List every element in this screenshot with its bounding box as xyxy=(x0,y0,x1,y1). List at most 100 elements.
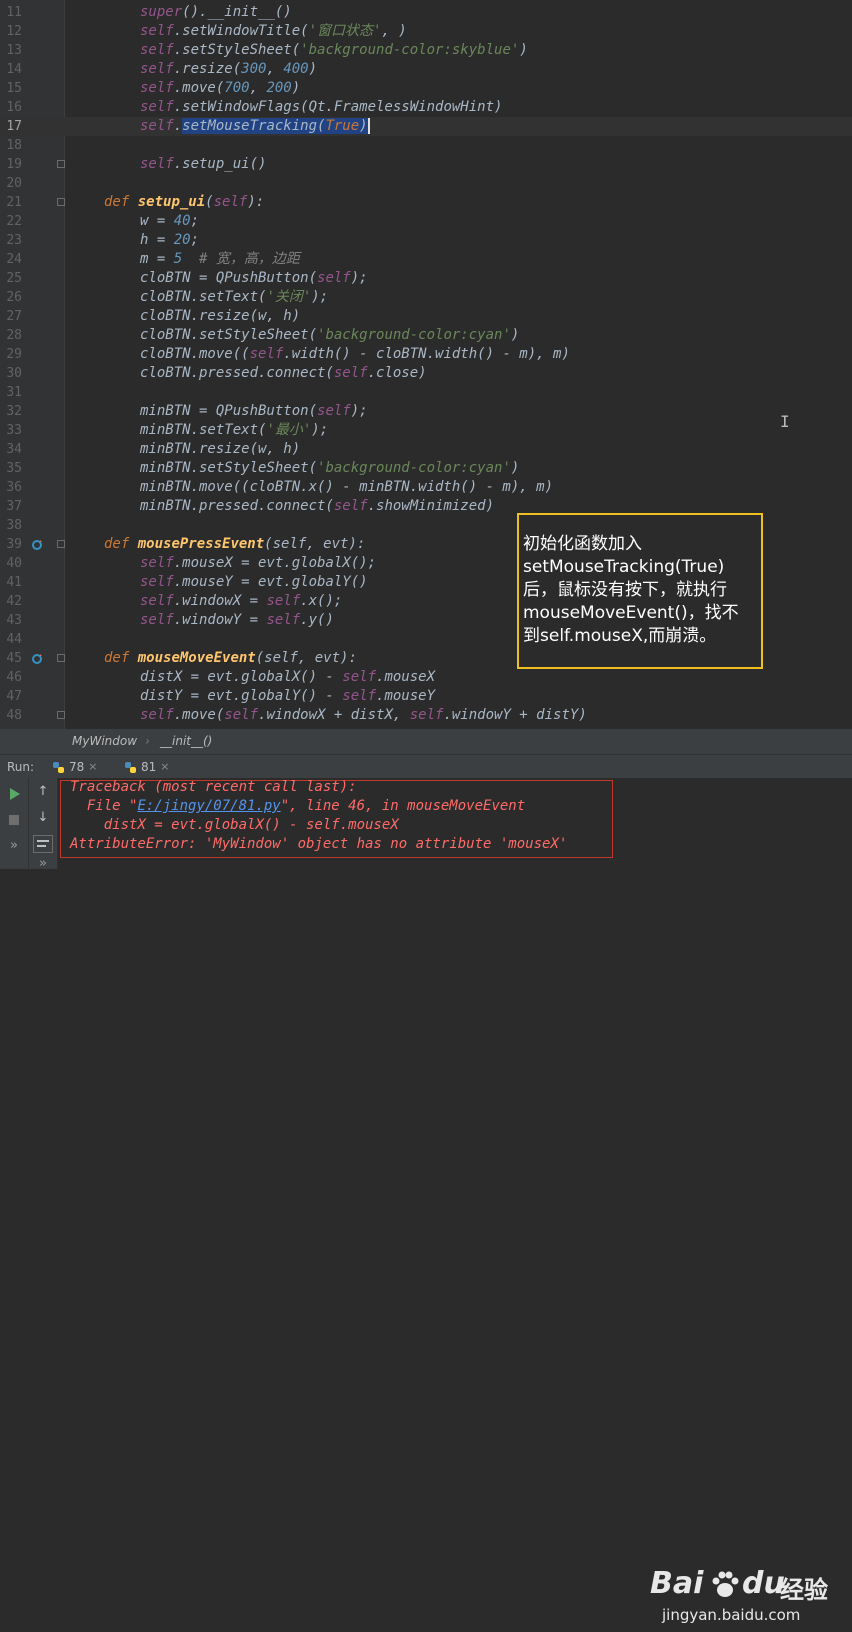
code-line[interactable]: 12 self.setWindowTitle('窗口状态', ) xyxy=(0,22,852,41)
code-line[interactable]: 11 super().__init__() xyxy=(0,3,852,22)
stop-icon[interactable] xyxy=(9,815,19,825)
code-line[interactable]: 16 self.setWindowFlags(Qt.FramelessWindo… xyxy=(0,98,852,117)
code-text: self.setStyleSheet('background-color:sky… xyxy=(140,42,528,58)
fold-icon[interactable] xyxy=(57,198,65,206)
run-tab-81[interactable]: 81 × xyxy=(124,755,170,779)
code-text: self.move(700, 200) xyxy=(140,80,301,96)
code-line[interactable]: 47 distY = evt.globalY() - self.mouseY xyxy=(0,687,852,706)
line-number: 13 xyxy=(6,43,22,58)
code-text: super().__init__() xyxy=(140,4,292,20)
fold-icon[interactable] xyxy=(57,540,65,548)
code-line[interactable]: 18 xyxy=(0,136,852,155)
line-number: 41 xyxy=(6,575,22,590)
run-tab-78[interactable]: 78 × xyxy=(52,755,98,779)
watermark-brand: Bai xyxy=(650,1566,704,1601)
code-line[interactable]: 22 w = 40; xyxy=(0,212,852,231)
down-arrow-icon[interactable]: ↓ xyxy=(29,810,57,825)
fold-end-icon[interactable] xyxy=(57,160,65,168)
line-number: 39 xyxy=(6,537,22,552)
line-number: 12 xyxy=(6,24,22,39)
code-line[interactable]: 23 h = 20; xyxy=(0,231,852,250)
line-number: 36 xyxy=(6,480,22,495)
close-icon[interactable]: × xyxy=(88,755,97,779)
code-line[interactable]: 31 xyxy=(0,383,852,402)
code-line[interactable]: 33 minBTN.setText('最小'); xyxy=(0,421,852,440)
file-link[interactable]: E:/jingy/07/81.py xyxy=(137,798,280,814)
code-text: self.mouseX = evt.globalX(); xyxy=(140,555,377,571)
line-number: 35 xyxy=(6,461,22,476)
overflow-icon[interactable]: » xyxy=(0,838,28,853)
code-text: cloBTN.pressed.connect(self.close) xyxy=(140,365,427,381)
watermark-cn: 经验 xyxy=(780,1576,828,1604)
code-line[interactable]: 34 minBTN.resize(w, h) xyxy=(0,440,852,459)
code-text: cloBTN.resize(w, h) xyxy=(140,308,301,324)
line-number: 46 xyxy=(6,670,22,685)
code-line[interactable]: 15 self.move(700, 200) xyxy=(0,79,852,98)
code-text: self.setWindowTitle('窗口状态', ) xyxy=(140,23,407,39)
code-text: minBTN.setText('最小'); xyxy=(140,422,329,438)
line-number: 42 xyxy=(6,594,22,609)
code-text: distX = evt.globalX() - self.mouseX xyxy=(140,669,436,685)
code-text: self.move(self.windowX + distX, self.win… xyxy=(140,707,587,723)
code-line[interactable]: 24 m = 5 # 宽，高，边距 xyxy=(0,250,852,269)
close-icon[interactable]: × xyxy=(160,755,169,779)
annotation-line: mouseMoveEvent()，找不 xyxy=(523,603,739,623)
code-line[interactable]: 30 cloBTN.pressed.connect(self.close) xyxy=(0,364,852,383)
code-text: self.mouseY = evt.globalY() xyxy=(140,574,368,590)
code-line[interactable]: 27 cloBTN.resize(w, h) xyxy=(0,307,852,326)
soft-wrap-icon[interactable] xyxy=(33,835,53,853)
code-line[interactable]: 36 minBTN.move((cloBTN.x() - minBTN.widt… xyxy=(0,478,852,497)
code-line[interactable]: 25 cloBTN = QPushButton(self); xyxy=(0,269,852,288)
code-line[interactable]: 13 self.setStyleSheet('background-color:… xyxy=(0,41,852,60)
rerun-icon[interactable] xyxy=(9,788,20,800)
code-line[interactable]: 29 cloBTN.move((self.width() - cloBTN.wi… xyxy=(0,345,852,364)
fold-icon[interactable] xyxy=(57,654,65,662)
line-number: 19 xyxy=(6,157,22,172)
breadcrumb-class[interactable]: MyWindow xyxy=(72,729,137,754)
code-text: w = 40; xyxy=(140,213,200,229)
code-line[interactable]: 14 self.resize(300, 400) xyxy=(0,60,852,79)
selected-text: setMouseTracking(True) xyxy=(182,118,370,134)
code-text: def mouseMoveEvent(self, evt): xyxy=(104,650,357,666)
annotation-line: 初始化函数加入 xyxy=(523,534,642,554)
run-toolbar-left: » xyxy=(0,778,29,869)
code-text: def setup_ui(self): xyxy=(104,194,265,210)
code-text: self.windowY = self.y() xyxy=(140,612,334,628)
fold-end-icon[interactable] xyxy=(57,711,65,719)
code-line-active[interactable]: 17 self.setMouseTracking(True) xyxy=(0,117,852,136)
traceback-file-line: File "E:/jingy/07/81.py", line 46, in mo… xyxy=(70,798,526,814)
paw-icon xyxy=(712,1571,739,1597)
override-method-icon[interactable] xyxy=(32,539,43,550)
line-number: 17 xyxy=(6,119,22,134)
code-line[interactable]: 26 cloBTN.setText('关闭'); xyxy=(0,288,852,307)
line-number: 32 xyxy=(6,404,22,419)
code-line[interactable]: 32 minBTN = QPushButton(self); xyxy=(0,402,852,421)
annotation-callout: 初始化函数加入 setMouseTracking(True) 后，鼠标没有按下，… xyxy=(517,513,763,669)
code-line[interactable]: 48 self.move(self.windowX + distX, self.… xyxy=(0,706,852,725)
traceback-header: Traceback (most recent call last): xyxy=(70,779,357,795)
code-text: minBTN.resize(w, h) xyxy=(140,441,301,457)
line-number: 37 xyxy=(6,499,22,514)
code-line[interactable]: 20 xyxy=(0,174,852,193)
line-number: 24 xyxy=(6,252,22,267)
code-line[interactable]: 19 self.setup_ui() xyxy=(0,155,852,174)
code-line[interactable]: 46 distX = evt.globalX() - self.mouseX xyxy=(0,668,852,687)
code-line[interactable]: 28 cloBTN.setStyleSheet('background-colo… xyxy=(0,326,852,345)
code-text: cloBTN.setStyleSheet('background-color:c… xyxy=(140,327,520,343)
override-method-icon[interactable] xyxy=(32,653,43,664)
code-text: minBTN.setStyleSheet('background-color:c… xyxy=(140,460,520,476)
code-line[interactable]: 35 minBTN.setStyleSheet('background-colo… xyxy=(0,459,852,478)
code-line[interactable]: 21 def setup_ui(self): xyxy=(0,193,852,212)
line-number: 44 xyxy=(6,632,22,647)
python-icon xyxy=(125,761,136,773)
line-number: 47 xyxy=(6,689,22,704)
code-text: minBTN = QPushButton(self); xyxy=(140,403,368,419)
line-number: 18 xyxy=(6,138,22,153)
run-console[interactable]: » ↑ ↓ » Traceback (most recent call last… xyxy=(0,778,852,1624)
up-arrow-icon[interactable]: ↑ xyxy=(29,784,57,799)
annotation-line: 后，鼠标没有按下，就执行 xyxy=(523,580,727,600)
line-number: 21 xyxy=(6,195,22,210)
run-tab-label: 81 xyxy=(141,760,157,774)
code-text: m = 5 # 宽，高，边距 xyxy=(140,251,300,267)
breadcrumb-method[interactable]: __init__() xyxy=(160,729,212,754)
